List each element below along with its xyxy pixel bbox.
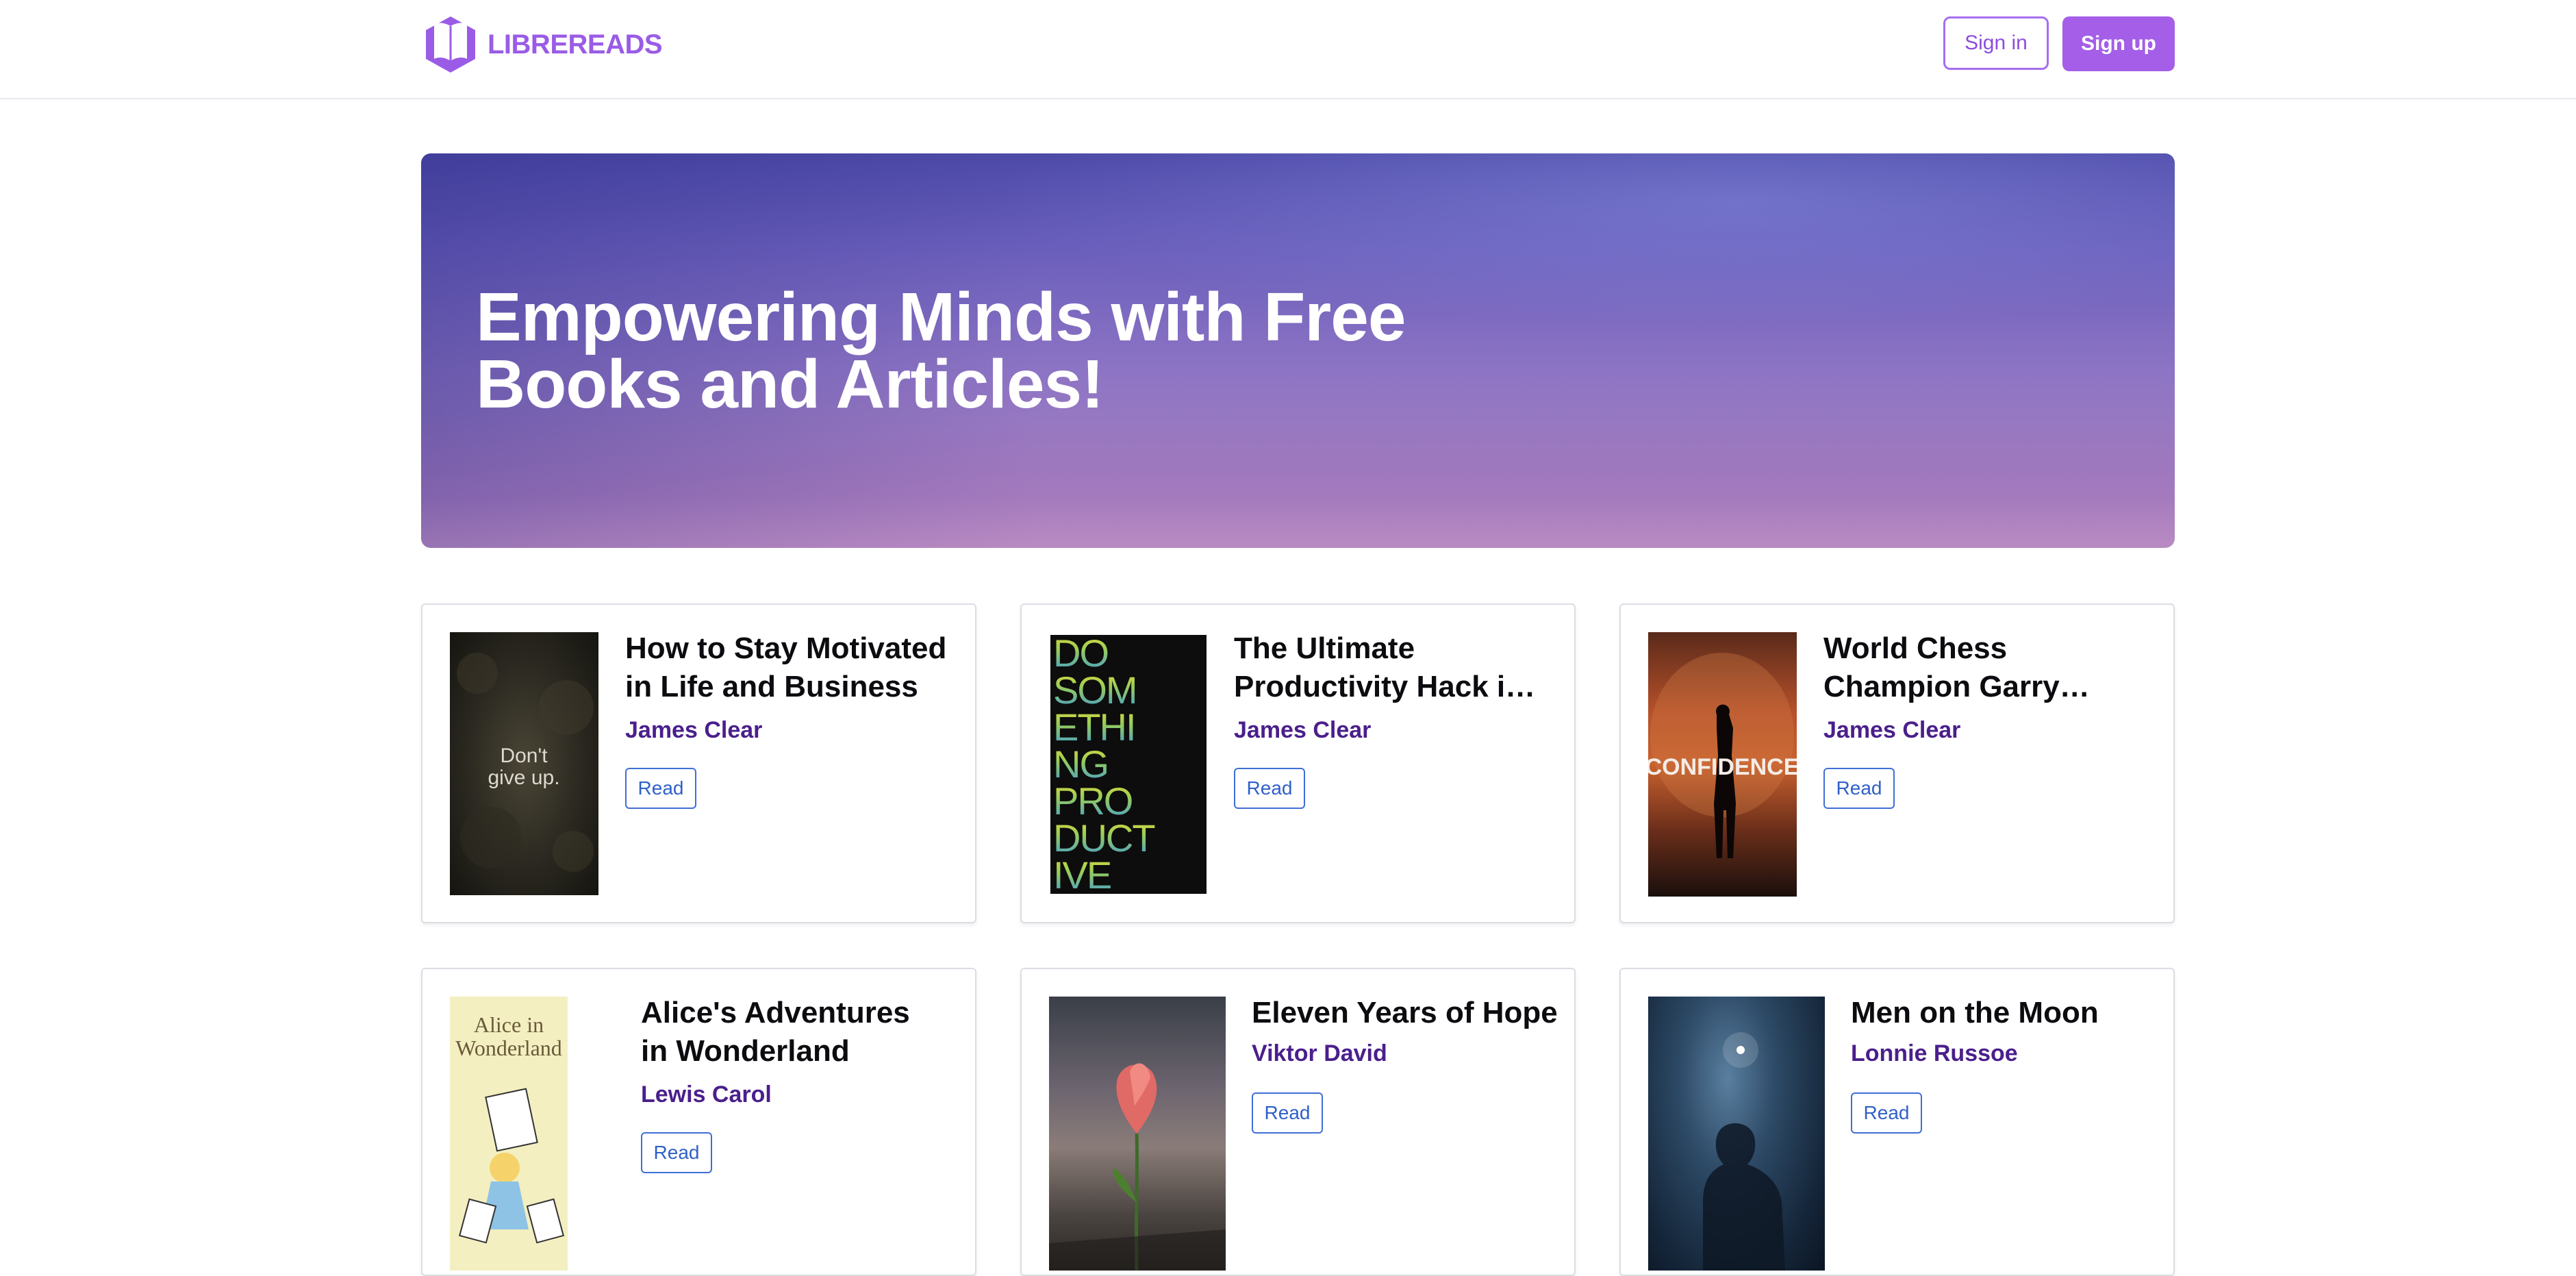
book-card: DO SOM ETHI NG PRO DUCT IVE The Ultimate Prod… (1020, 603, 1576, 923)
book-cover-image[interactable]: Don't give up. (450, 632, 598, 895)
book-cover-image[interactable]: Alice in Wonderland (450, 997, 568, 1271)
brand-name: LIBREREADS (488, 29, 663, 60)
read-button[interactable]: Read (641, 1132, 712, 1173)
book-cover-image[interactable]: CONFIDENCE (1648, 632, 1797, 897)
sign-up-button[interactable]: Sign up (2062, 16, 2175, 71)
book-card: Eleven Years of Hope Viktor David Read (1020, 968, 1576, 1276)
book-cover-image[interactable] (1648, 997, 1825, 1271)
book-title[interactable]: Alice's Adventures in Wonderland (641, 994, 929, 1071)
read-button[interactable]: Read (625, 768, 696, 809)
cover-text: Don't (500, 745, 548, 767)
book-title[interactable]: World Chess Champion Garry Kasparov on H… (1823, 629, 2152, 706)
book-card: Don't give up. How to Stay Motivated in … (421, 603, 976, 923)
svg-text:Wonderland: Wonderland (455, 1036, 562, 1060)
read-button[interactable]: Read (1234, 768, 1305, 809)
svg-text:IVE: IVE (1053, 853, 1111, 894)
hero-banner: Empowering Minds with Free Books and Art… (421, 153, 2175, 548)
brand-logo[interactable]: LIBREREADS (423, 15, 663, 74)
book-cover-image[interactable] (1049, 997, 1226, 1271)
svg-text:Alice in: Alice in (474, 1012, 544, 1037)
book-title[interactable]: The Ultimate Productivity Hack is Saying… (1234, 629, 1542, 706)
book-card: CONFIDENCE World Chess Champion Garry Ka… (1619, 603, 2175, 923)
book-card: Alice in Wonderland Alice's Adventures i… (421, 968, 976, 1276)
book-title[interactable]: Eleven Years of Hope (1252, 994, 1560, 1032)
sign-in-button[interactable]: Sign in (1943, 16, 2049, 70)
hero-title: Empowering Minds with Free Books and Art… (476, 279, 1406, 423)
book-author[interactable]: James Clear (625, 717, 762, 744)
svg-text:CONFIDENCE: CONFIDENCE (1648, 754, 1797, 780)
book-title[interactable]: Men on the Moon (1851, 994, 2159, 1032)
read-button[interactable]: Read (1823, 768, 1895, 809)
book-card: Men on the Moon Lonnie Russoe Read (1619, 968, 2175, 1276)
book-author[interactable]: Lewis Carol (641, 1081, 772, 1108)
svg-text:give up.: give up. (488, 766, 559, 789)
book-author[interactable]: Lonnie Russoe (1851, 1040, 2018, 1067)
book-author[interactable]: James Clear (1234, 717, 1371, 744)
book-cover-image[interactable]: DO SOM ETHI NG PRO DUCT IVE (1050, 635, 1207, 894)
book-hexagon-icon (426, 16, 475, 73)
read-button[interactable]: Read (1851, 1092, 1922, 1134)
book-title[interactable]: How to Stay Motivated in Life and Busine… (625, 629, 947, 706)
top-navbar: LIBREREADS Sign in Sign up (0, 0, 2576, 99)
read-button[interactable]: Read (1252, 1092, 1323, 1134)
book-author[interactable]: James Clear (1823, 717, 1960, 744)
book-author[interactable]: Viktor David (1252, 1040, 1387, 1067)
